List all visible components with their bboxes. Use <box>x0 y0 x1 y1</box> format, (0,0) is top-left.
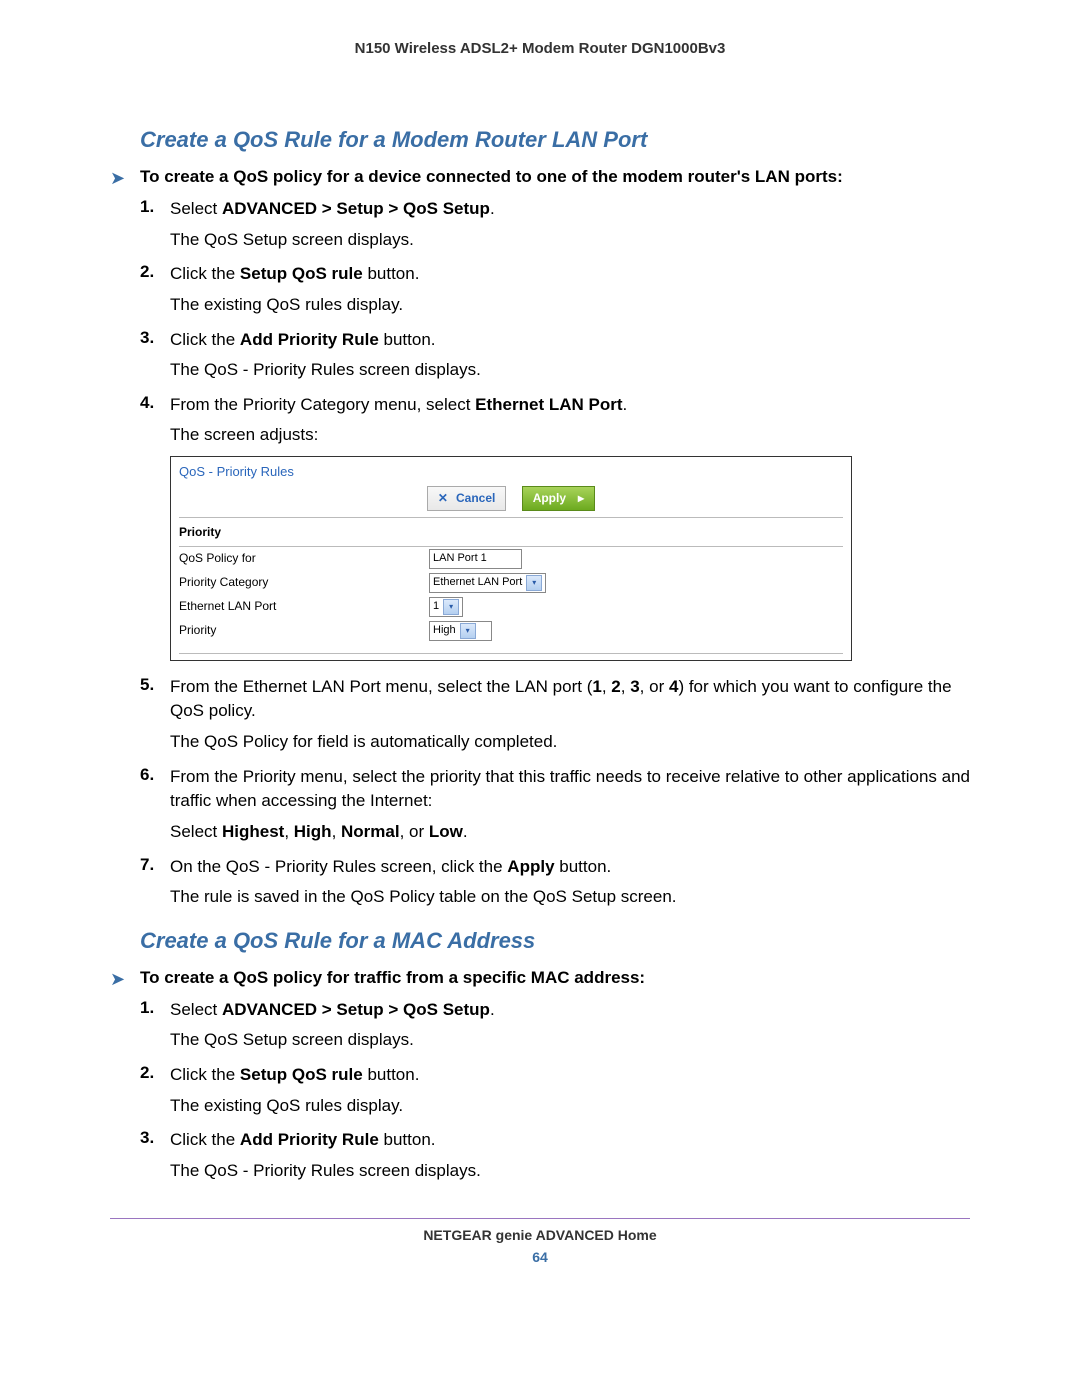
list-item: 5. From the Ethernet LAN Port menu, sele… <box>140 675 970 755</box>
step-text: Click the <box>170 1065 240 1084</box>
step-text-bold: Add Priority Rule <box>240 330 379 349</box>
step-number: 4. <box>140 393 154 413</box>
arrow-right-icon: ➤ <box>110 167 125 189</box>
step-text: Select <box>170 199 222 218</box>
step-text-bold: Add Priority Rule <box>240 1130 379 1149</box>
list-item: 2. Click the Setup QoS rule button. The … <box>140 262 970 317</box>
step-text: Click the <box>170 330 240 349</box>
step-text: Click the <box>170 1130 240 1149</box>
ethernet-lan-port-label: Ethernet LAN Port <box>179 598 429 615</box>
step-number: 6. <box>140 765 154 785</box>
step-text: The QoS Setup screen displays. <box>170 228 970 253</box>
chevron-right-icon: ▸ <box>578 491 584 505</box>
section2-intro-text: To create a QoS policy for traffic from … <box>140 968 645 987</box>
step-text-bold: ADVANCED > Setup > QoS Setup <box>222 1000 490 1019</box>
select-value: 1 <box>433 599 439 615</box>
step-number: 1. <box>140 998 154 1018</box>
step-text: . <box>623 395 628 414</box>
list-item: 7. On the QoS - Priority Rules screen, c… <box>140 855 970 910</box>
section2-title: Create a QoS Rule for a MAC Address <box>140 928 970 954</box>
section1-intro-text: To create a QoS policy for a device conn… <box>140 167 843 186</box>
step-text: Select <box>170 1000 222 1019</box>
step-number: 1. <box>140 197 154 217</box>
footer-rule <box>110 1218 970 1219</box>
step-number: 3. <box>140 328 154 348</box>
close-icon: ✕ <box>438 491 448 505</box>
section1-steps: 1. Select ADVANCED > Setup > QoS Setup. … <box>110 197 970 910</box>
divider <box>179 653 843 654</box>
ethernet-lan-port-select[interactable]: 1 ▾ <box>429 597 463 617</box>
step-number: 3. <box>140 1128 154 1148</box>
priority-select[interactable]: High ▾ <box>429 621 492 641</box>
step-text: . <box>490 199 495 218</box>
step-text: button. <box>363 1065 420 1084</box>
step-number: 2. <box>140 262 154 282</box>
input-value: LAN Port 1 <box>433 551 487 567</box>
step-text: . <box>490 1000 495 1019</box>
step-text: The QoS - Priority Rules screen displays… <box>170 1159 970 1184</box>
step-number: 7. <box>140 855 154 875</box>
step-text: The rule is saved in the QoS Policy tabl… <box>170 885 970 910</box>
list-item: 4. From the Priority Category menu, sele… <box>140 393 970 661</box>
step-text: Select Highest, High, Normal, or Low. <box>170 820 970 845</box>
qos-priority-rules-panel: QoS - Priority Rules ✕ Cancel Apply ▸ Prio… <box>170 456 852 661</box>
list-item: 6. From the Priority menu, select the pr… <box>140 765 970 845</box>
list-item: 1. Select ADVANCED > Setup > QoS Setup. … <box>140 998 970 1053</box>
section2-procedure-intro: ➤ To create a QoS policy for traffic fro… <box>110 968 970 988</box>
step-text-bold: ADVANCED > Setup > QoS Setup <box>222 199 490 218</box>
select-value: Ethernet LAN Port <box>433 575 522 591</box>
priority-section-heading: Priority <box>171 518 851 545</box>
step-text: button. <box>379 1130 436 1149</box>
apply-label: Apply <box>533 491 566 505</box>
chevron-down-icon: ▾ <box>526 575 542 591</box>
step-text: The existing QoS rules display. <box>170 293 970 318</box>
priority-label: Priority <box>179 622 429 639</box>
step-text-bold: Setup QoS rule <box>240 1065 363 1084</box>
chevron-down-icon: ▾ <box>443 599 459 615</box>
section1-procedure-intro: ➤ To create a QoS policy for a device co… <box>110 167 970 187</box>
step-text: The QoS - Priority Rules screen displays… <box>170 358 970 383</box>
cancel-button[interactable]: ✕ Cancel <box>427 486 506 511</box>
step-text: button. <box>379 330 436 349</box>
step-number: 2. <box>140 1063 154 1083</box>
step-text: The existing QoS rules display. <box>170 1094 970 1119</box>
step-text-bold: Setup QoS rule <box>240 264 363 283</box>
select-value: High <box>433 623 456 639</box>
list-item: 2. Click the Setup QoS rule button. The … <box>140 1063 970 1118</box>
step-text: From the Ethernet LAN Port menu, select … <box>170 675 970 724</box>
step-number: 5. <box>140 675 154 695</box>
list-item: 3. Click the Add Priority Rule button. T… <box>140 1128 970 1183</box>
step-text: From the Priority menu, select the prior… <box>170 765 970 814</box>
qos-policy-for-label: QoS Policy for <box>179 550 429 567</box>
section1-title: Create a QoS Rule for a Modem Router LAN… <box>140 127 970 153</box>
apply-button[interactable]: Apply ▸ <box>522 486 595 511</box>
step-text: The screen adjusts: <box>170 423 970 448</box>
step-text: On the QoS - Priority Rules screen, clic… <box>170 855 970 880</box>
panel-title: QoS - Priority Rules <box>171 457 851 484</box>
priority-category-select[interactable]: Ethernet LAN Port ▾ <box>429 573 546 593</box>
cancel-label: Cancel <box>456 491 495 505</box>
document-footer: NETGEAR genie ADVANCED Home <box>110 1227 970 1243</box>
priority-category-label: Priority Category <box>179 574 429 591</box>
step-text: From the Priority Category menu, select <box>170 395 475 414</box>
page-number: 64 <box>110 1249 970 1265</box>
list-item: 3. Click the Add Priority Rule button. T… <box>140 328 970 383</box>
document-header: N150 Wireless ADSL2+ Modem Router DGN100… <box>110 40 970 57</box>
list-item: 1. Select ADVANCED > Setup > QoS Setup. … <box>140 197 970 252</box>
step-text: Click the <box>170 264 240 283</box>
qos-policy-for-input[interactable]: LAN Port 1 <box>429 549 522 569</box>
chevron-down-icon: ▾ <box>460 623 476 639</box>
step-text: The QoS Setup screen displays. <box>170 1028 970 1053</box>
step-text: button. <box>363 264 420 283</box>
section2-steps: 1. Select ADVANCED > Setup > QoS Setup. … <box>110 998 970 1184</box>
step-text-bold: Ethernet LAN Port <box>475 395 622 414</box>
step-text: The QoS Policy for field is automaticall… <box>170 730 970 755</box>
arrow-right-icon: ➤ <box>110 968 125 990</box>
